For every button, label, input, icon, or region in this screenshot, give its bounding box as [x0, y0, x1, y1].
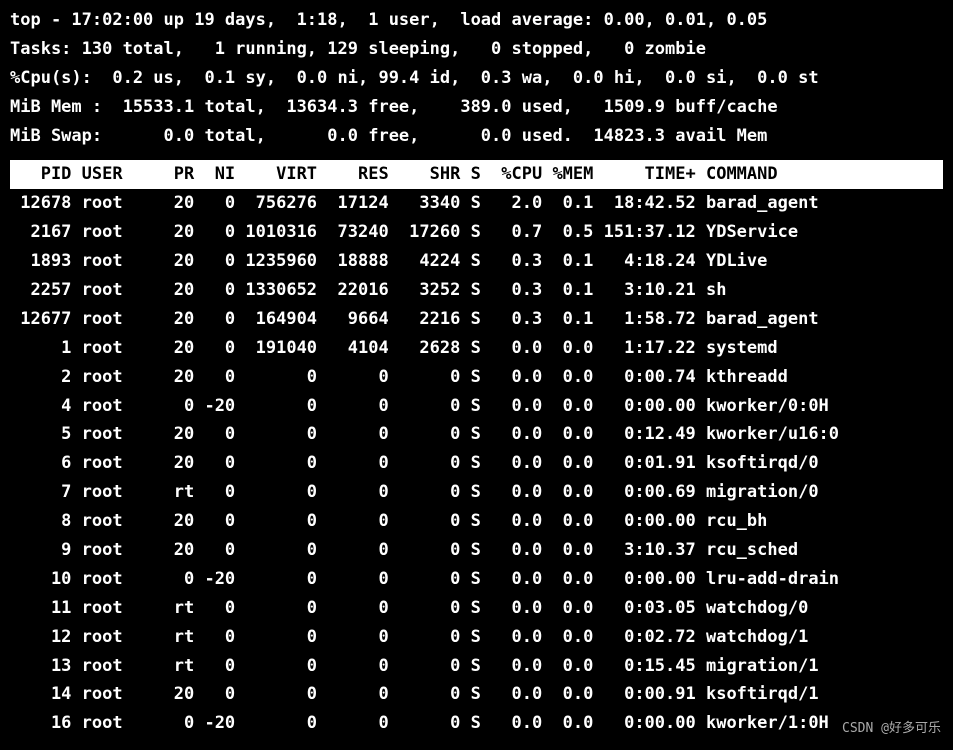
process-row[interactable]: 5 root 20 0 0 0 0 S 0.0 0.0 0:12.49 kwor…	[10, 420, 943, 449]
process-row[interactable]: 4 root 0 -20 0 0 0 S 0.0 0.0 0:00.00 kwo…	[10, 392, 943, 421]
watermark: CSDN @好多可乐	[842, 718, 941, 740]
process-row[interactable]: 1 root 20 0 191040 4104 2628 S 0.0 0.0 1…	[10, 334, 943, 363]
terminal-window: { "summary": { "line1": "top - 17:02:00 …	[0, 0, 953, 744]
summary-line-mem: MiB Mem : 15533.1 total, 13634.3 free, 3…	[10, 97, 778, 117]
process-row[interactable]: 14 root 20 0 0 0 0 S 0.0 0.0 0:00.91 kso…	[10, 680, 943, 709]
process-row[interactable]: 6 root 20 0 0 0 0 S 0.0 0.0 0:01.91 ksof…	[10, 449, 943, 478]
process-row[interactable]: 8 root 20 0 0 0 0 S 0.0 0.0 0:00.00 rcu_…	[10, 507, 943, 536]
process-row[interactable]: 2257 root 20 0 1330652 22016 3252 S 0.3 …	[10, 276, 943, 305]
process-row[interactable]: 7 root rt 0 0 0 0 S 0.0 0.0 0:00.69 migr…	[10, 478, 943, 507]
process-row[interactable]: 13 root rt 0 0 0 0 S 0.0 0.0 0:15.45 mig…	[10, 652, 943, 681]
process-row[interactable]: 12678 root 20 0 756276 17124 3340 S 2.0 …	[10, 189, 943, 218]
summary-line-swap: MiB Swap: 0.0 total, 0.0 free, 0.0 used.…	[10, 126, 767, 146]
process-row[interactable]: 16 root 0 -20 0 0 0 S 0.0 0.0 0:00.00 kw…	[10, 709, 943, 738]
process-row[interactable]: 2167 root 20 0 1010316 73240 17260 S 0.7…	[10, 218, 943, 247]
process-row[interactable]: 2 root 20 0 0 0 0 S 0.0 0.0 0:00.74 kthr…	[10, 363, 943, 392]
process-row[interactable]: 11 root rt 0 0 0 0 S 0.0 0.0 0:03.05 wat…	[10, 594, 943, 623]
process-table: PID USER PR NI VIRT RES SHR S %CPU %MEM …	[10, 160, 943, 738]
process-row[interactable]: 9 root 20 0 0 0 0 S 0.0 0.0 3:10.37 rcu_…	[10, 536, 943, 565]
process-row[interactable]: 12677 root 20 0 164904 9664 2216 S 0.3 0…	[10, 305, 943, 334]
summary-line-cpu: %Cpu(s): 0.2 us, 0.1 sy, 0.0 ni, 99.4 id…	[10, 68, 819, 88]
top-summary: top - 17:02:00 up 19 days, 1:18, 1 user,…	[10, 6, 943, 150]
summary-line-tasks: Tasks: 130 total, 1 running, 129 sleepin…	[10, 39, 706, 59]
process-row[interactable]: 1893 root 20 0 1235960 18888 4224 S 0.3 …	[10, 247, 943, 276]
process-table-body: 12678 root 20 0 756276 17124 3340 S 2.0 …	[10, 189, 943, 738]
summary-line-uptime: top - 17:02:00 up 19 days, 1:18, 1 user,…	[10, 10, 767, 30]
process-row[interactable]: 10 root 0 -20 0 0 0 S 0.0 0.0 0:00.00 lr…	[10, 565, 943, 594]
process-row[interactable]: 12 root rt 0 0 0 0 S 0.0 0.0 0:02.72 wat…	[10, 623, 943, 652]
process-table-header: PID USER PR NI VIRT RES SHR S %CPU %MEM …	[10, 160, 943, 189]
